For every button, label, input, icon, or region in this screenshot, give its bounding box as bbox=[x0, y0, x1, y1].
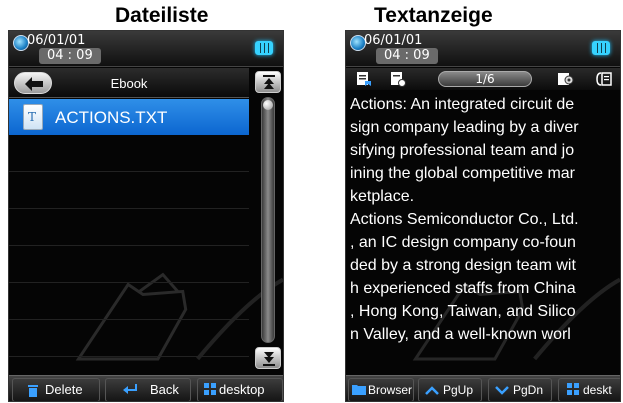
empty-row bbox=[9, 247, 249, 283]
bookmark-add-icon[interactable] bbox=[356, 71, 372, 87]
chevron-down-icon bbox=[495, 386, 509, 395]
empty-row bbox=[9, 284, 249, 320]
scroll-track[interactable] bbox=[261, 97, 275, 343]
status-date: 06/01/01 bbox=[27, 33, 86, 48]
file-list-screen: 06/01/01 04 : 09 Ebook T ACTIONS.TXT Del… bbox=[8, 30, 284, 402]
empty-row bbox=[9, 210, 249, 246]
delete-label: Delete bbox=[45, 382, 83, 397]
text-line: , an IC design company co-foun bbox=[350, 234, 576, 251]
text-line: ining the global competitive mar bbox=[350, 165, 576, 182]
chevron-up-icon bbox=[425, 386, 439, 395]
empty-row bbox=[9, 321, 249, 357]
text-line: sifying professional team and jo bbox=[350, 142, 575, 159]
viewer-toolbar: 1/6 bbox=[346, 68, 620, 90]
text-line: Actions: An integrated circuit de bbox=[350, 96, 575, 113]
file-name: ACTIONS.TXT bbox=[55, 108, 168, 127]
grid-icon bbox=[567, 383, 579, 395]
text-view-screen: 06/01/01 04 : 09 1/6 Actions: An integra… bbox=[345, 30, 621, 402]
scroll-thumb[interactable] bbox=[263, 100, 273, 110]
scroll-up-button[interactable] bbox=[255, 71, 281, 93]
page-counter: 1/6 bbox=[438, 71, 532, 87]
status-time: 04 : 09 bbox=[39, 48, 101, 64]
back-arrow-button[interactable] bbox=[14, 72, 52, 94]
status-date: 06/01/01 bbox=[364, 33, 423, 48]
left-arrow-icon bbox=[25, 77, 43, 91]
status-time: 04 : 09 bbox=[376, 48, 438, 64]
double-chevron-up-icon bbox=[263, 75, 275, 89]
empty-row bbox=[9, 136, 249, 172]
desktop-label: deskt bbox=[583, 383, 612, 397]
text-content: Actions: An integrated circuit de sign c… bbox=[350, 93, 620, 373]
scrollbar[interactable] bbox=[255, 71, 281, 369]
double-chevron-down-icon bbox=[263, 352, 275, 366]
scroll-down-button[interactable] bbox=[255, 347, 281, 369]
caption-file-list: Dateiliste bbox=[115, 4, 209, 27]
desktop-button[interactable]: desktop bbox=[197, 378, 283, 401]
pgup-label: PgUp bbox=[443, 383, 474, 397]
trash-icon bbox=[28, 385, 38, 397]
return-menu-icon[interactable] bbox=[596, 71, 612, 87]
text-line: sign company leading by a diver bbox=[350, 119, 579, 136]
desktop-button[interactable]: deskt bbox=[558, 378, 620, 401]
settings-gear-icon[interactable] bbox=[558, 71, 574, 87]
caption-text-view: Textanzeige bbox=[374, 4, 493, 27]
text-line: Actions Semiconductor Co., Ltd. bbox=[350, 211, 579, 228]
file-list: T ACTIONS.TXT bbox=[9, 99, 249, 365]
back-label: Back bbox=[150, 382, 179, 397]
browser-label: Browser bbox=[368, 383, 413, 397]
bookmark-list-icon[interactable] bbox=[390, 71, 406, 87]
grid-icon bbox=[204, 383, 216, 395]
text-line: , Hong Kong, Taiwan, and Silico bbox=[350, 303, 576, 320]
text-line: h experienced staffs from China bbox=[350, 280, 576, 297]
folder-title-bar: Ebook bbox=[9, 68, 249, 98]
bottom-bar: Delete Back desktop bbox=[9, 375, 283, 401]
text-line: n Valley, and a well-known worl bbox=[350, 326, 571, 343]
desktop-label: desktop bbox=[219, 382, 265, 397]
pgdn-label: PgDn bbox=[513, 383, 544, 397]
empty-row bbox=[9, 173, 249, 209]
status-bar: 06/01/01 04 : 09 bbox=[9, 31, 283, 67]
folder-icon bbox=[352, 385, 366, 395]
status-bar: 06/01/01 04 : 09 bbox=[346, 31, 620, 67]
battery-icon bbox=[255, 41, 273, 55]
delete-button[interactable]: Delete bbox=[12, 378, 100, 401]
page-down-button[interactable]: PgDn bbox=[488, 378, 552, 401]
page: Dateiliste Textanzeige 06/01/01 04 : 09 … bbox=[0, 0, 623, 403]
text-line: ketplace. bbox=[350, 188, 415, 205]
return-arrow-icon bbox=[123, 384, 137, 394]
text-line: ded by a strong design team wit bbox=[350, 257, 576, 274]
file-row-actions-txt[interactable]: T ACTIONS.TXT bbox=[9, 99, 249, 135]
page-up-button[interactable]: PgUp bbox=[418, 378, 482, 401]
text-file-icon: T bbox=[23, 104, 43, 130]
bottom-bar: Browser PgUp PgDn deskt bbox=[346, 375, 620, 401]
battery-icon bbox=[592, 41, 610, 55]
back-button[interactable]: Back bbox=[105, 378, 191, 401]
browser-button[interactable]: Browser bbox=[348, 378, 414, 401]
